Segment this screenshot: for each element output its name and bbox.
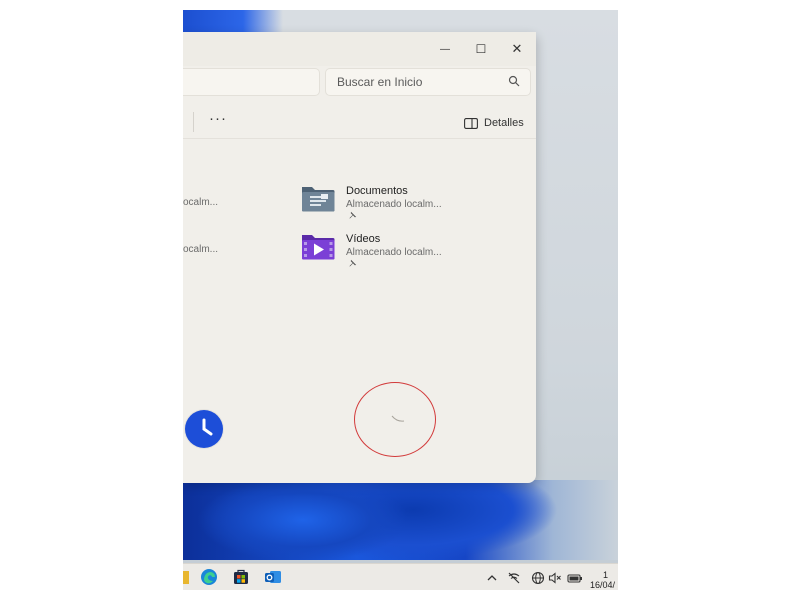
details-label: Detalles [484,117,524,129]
details-button[interactable]: Detalles [464,112,524,134]
pin-icon [349,259,357,267]
globe-icon[interactable] [531,571,545,585]
item-location: Almacenado localm... [346,199,442,210]
clock-date: 16/04/ [590,580,616,590]
minimize-icon: — [440,43,450,55]
battery-icon[interactable] [567,571,583,585]
outlook-icon[interactable] [264,568,282,586]
mouse-pointer-icon [391,415,405,422]
clock-icon [202,418,213,436]
documents-folder-icon [302,187,335,212]
videos-folder-icon [302,235,335,260]
screenshot-photo: — ☐ ✕ Buscar en Inicio ··· Detalles ocal… [183,10,618,590]
maximize-button[interactable]: ☐ [463,36,499,62]
minimize-button[interactable]: — [427,36,463,62]
volume-muted-icon[interactable] [548,571,562,585]
search-input[interactable]: Buscar en Inicio [325,68,531,96]
edge-browser-icon[interactable] [200,568,218,586]
truncated-item-subtitle: ocalm... [183,244,219,255]
command-bar: ··· Detalles [183,108,536,139]
truncated-item-subtitle: ocalm... [183,197,219,208]
desktop-wallpaper [183,480,618,560]
search-icon [508,75,520,87]
address-bar[interactable] [183,68,320,96]
taskbar: 1 16/04/ [183,563,618,590]
close-icon: ✕ [511,41,523,56]
clock-time: 1 [602,570,608,580]
quick-access-item-documentos[interactable]: Documentos Almacenado localm... [301,183,501,223]
pin-icon [349,211,357,219]
navigation-row: Buscar en Inicio [183,68,536,100]
item-name: Vídeos [346,233,381,245]
taskbar-clock[interactable]: 1 16/04/ [590,570,615,590]
microsoft-store-icon[interactable] [232,568,250,586]
file-explorer-taskbar-icon[interactable] [183,568,189,586]
details-pane-icon [464,117,478,129]
quick-access-item-videos[interactable]: Vídeos Almacenado localm... [301,231,501,271]
command-separator [193,112,194,132]
maximize-icon: ☐ [475,42,487,56]
close-button[interactable]: ✕ [499,36,535,62]
more-options-button[interactable]: ··· [207,110,229,132]
network-offline-icon[interactable] [507,571,521,585]
search-placeholder: Buscar en Inicio [337,75,423,89]
chevron-up-icon[interactable] [485,571,499,585]
item-location: Almacenado localm... [346,247,442,258]
clock-app-icon[interactable] [185,410,223,448]
item-name: Documentos [346,185,408,197]
title-bar[interactable]: — ☐ ✕ [183,32,536,66]
wallpaper-top [183,10,283,32]
